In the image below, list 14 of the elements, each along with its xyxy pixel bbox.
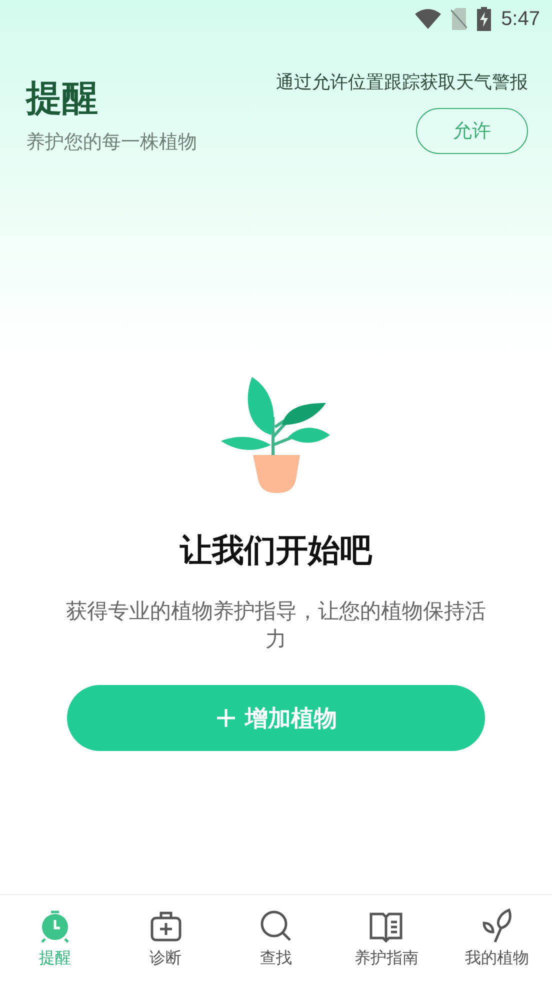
plus-icon (215, 707, 237, 729)
nav-tab[interactable]: 诊断 (110, 895, 221, 981)
nav-tab[interactable]: 查找 (220, 895, 332, 981)
battery-charging-icon (477, 7, 492, 31)
empty-state-heading: 让我们开始吧 (180, 530, 372, 571)
location-prompt: 通过允许位置跟踪获取天气警报 (276, 71, 528, 94)
no-sim-icon (451, 8, 468, 30)
empty-state-description: 获得专业的植物养护指导，让您的植物保持活力 (65, 598, 487, 653)
nav-tab[interactable]: 我的植物 (442, 895, 552, 981)
page-title: 提醒 (26, 77, 99, 121)
page-subtitle: 养护您的每一株植物 (26, 130, 197, 155)
wifi-icon (415, 9, 442, 29)
nav-tab[interactable]: 养护指南 (331, 895, 442, 981)
status-time: 5:47 (501, 8, 540, 30)
